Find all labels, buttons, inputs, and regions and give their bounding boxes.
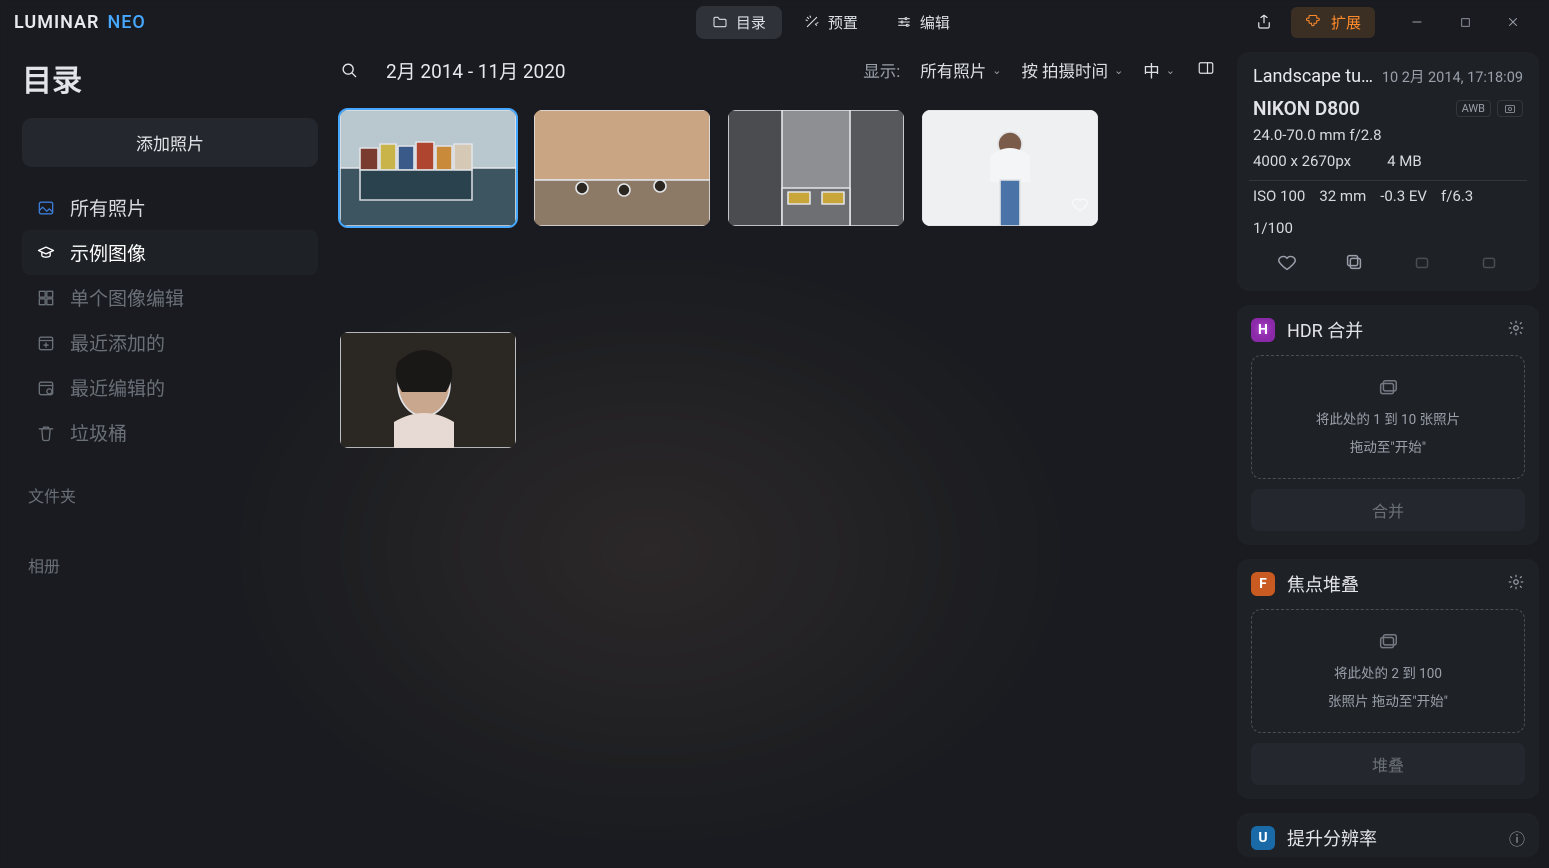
divider xyxy=(1249,180,1527,181)
tab-catalog[interactable]: 目录 xyxy=(696,6,782,39)
gear-icon xyxy=(1507,573,1525,591)
search-icon xyxy=(339,60,359,80)
extensions-button[interactable]: 扩展 xyxy=(1291,7,1375,38)
focus-dropzone[interactable]: 将此处的 2 到 100 张照片 拖动至"开始" xyxy=(1251,609,1525,733)
puzzle-icon xyxy=(1305,13,1323,31)
sidebar-item-all-photos[interactable]: 所有照片 xyxy=(22,185,318,230)
sidebar-item-sample-images[interactable]: 示例图像 xyxy=(22,230,318,275)
heart-icon[interactable] xyxy=(1070,194,1090,218)
lens-info: 24.0-70.0 mm f/2.8 xyxy=(1253,126,1523,144)
sidebar-item-single-edits[interactable]: 单个图像编辑 xyxy=(22,275,318,320)
thumbnail[interactable] xyxy=(728,110,904,226)
upscale-icon: U xyxy=(1251,826,1275,850)
hdr-icon: H xyxy=(1251,318,1275,342)
tab-edit[interactable]: 编辑 xyxy=(880,6,966,39)
folder-icon xyxy=(712,14,728,30)
share-icon xyxy=(1255,13,1273,31)
app-logo: LUMINAR NEO xyxy=(14,12,146,33)
thumbnail[interactable] xyxy=(340,332,516,448)
mode-tabs: 目录 预置 编辑 xyxy=(696,6,966,39)
thumb-size-dropdown[interactable]: 中⌄ xyxy=(1143,58,1175,82)
sidebar-title: 目录 xyxy=(22,56,318,100)
heart-icon xyxy=(1276,251,1298,273)
images-icon xyxy=(1376,378,1400,400)
metering-icon xyxy=(1497,100,1523,117)
dimensions: 4000 x 2670px xyxy=(1253,152,1351,170)
thumbnail-grid xyxy=(330,96,1231,462)
calendar-plus-icon xyxy=(36,333,56,353)
focus-icon: F xyxy=(1251,572,1275,596)
add-photos-button[interactable]: 添加照片 xyxy=(22,118,318,167)
panel-icon xyxy=(1195,59,1217,77)
focus-stack-button[interactable]: 堆叠 xyxy=(1251,743,1525,785)
focus-stack-panel: F 焦点堆叠 将此处的 2 到 100 张照片 拖动至"开始" 堆叠 xyxy=(1237,559,1539,799)
thumb-image xyxy=(340,332,516,448)
rotate-left-icon xyxy=(1411,251,1433,273)
focus-settings-button[interactable] xyxy=(1507,573,1525,595)
thumb-image xyxy=(728,110,904,226)
sidebar-section-albums[interactable]: 相册 xyxy=(28,553,318,577)
graduation-icon xyxy=(36,243,56,263)
thumb-image xyxy=(534,110,710,226)
camera-model: NIKON D800 xyxy=(1253,97,1360,120)
exif-ev: -0.3 EV xyxy=(1380,187,1427,205)
thumbnail[interactable] xyxy=(534,110,710,226)
window-close[interactable] xyxy=(1491,7,1535,37)
exif-iso: ISO 100 xyxy=(1253,187,1305,205)
search-button[interactable] xyxy=(334,55,364,85)
favorite-button[interactable] xyxy=(1276,251,1298,277)
magic-icon xyxy=(804,14,820,30)
thumbnail[interactable] xyxy=(922,110,1098,226)
thumbnail[interactable] xyxy=(340,110,516,226)
exif-focal: 32 mm xyxy=(1319,187,1366,205)
info-icon[interactable]: ⓘ xyxy=(1509,826,1525,850)
hdr-title: HDR 合并 xyxy=(1287,317,1495,343)
sliders-icon xyxy=(896,14,912,30)
hdr-dropzone[interactable]: 将此处的 1 到 10 张照片 拖动至"开始" xyxy=(1251,355,1525,479)
show-label: 显示: xyxy=(863,58,900,82)
white-balance-badge: AWB xyxy=(1456,100,1491,117)
trash-icon xyxy=(36,423,56,443)
share-button[interactable] xyxy=(1247,7,1281,37)
upscale-title: 提升分辨率 xyxy=(1287,825,1497,851)
panel-toggle-button[interactable] xyxy=(1195,59,1217,82)
copy-button[interactable] xyxy=(1343,251,1365,277)
photos-icon xyxy=(36,198,56,218)
sidebar-item-recently-edited[interactable]: 最近编辑的 xyxy=(22,365,318,410)
file-name: Landscape tutorial xyxy=(1253,66,1374,87)
sidebar-item-trash[interactable]: 垃圾桶 xyxy=(22,410,318,455)
copy-icon xyxy=(1343,251,1365,273)
calendar-edit-icon xyxy=(36,378,56,398)
thumb-image xyxy=(340,110,516,226)
window-minimize[interactable] xyxy=(1395,7,1439,37)
rotate-right-button[interactable] xyxy=(1478,251,1500,277)
inspector-panel: Landscape tutorial 10 2月 2014, 17:18:09 … xyxy=(1231,44,1549,868)
hdr-merge-button[interactable]: 合并 xyxy=(1251,489,1525,531)
exif-aperture: f/6.3 xyxy=(1441,187,1473,205)
date-range: 2月 2014 - 11月 2020 xyxy=(386,57,566,84)
file-size: 4 MB xyxy=(1387,152,1422,170)
sort-dropdown[interactable]: 按 拍摄时间⌄ xyxy=(1021,58,1123,82)
info-card: Landscape tutorial 10 2月 2014, 17:18:09 … xyxy=(1237,52,1539,291)
show-filter-dropdown[interactable]: 所有照片⌄ xyxy=(920,58,1001,82)
hdr-merge-panel: H HDR 合并 将此处的 1 到 10 张照片 拖动至"开始" 合并 xyxy=(1237,305,1539,545)
sidebar-item-recently-added[interactable]: 最近添加的 xyxy=(22,320,318,365)
capture-time: 10 2月 2014, 17:18:09 xyxy=(1382,66,1523,87)
focus-title: 焦点堆叠 xyxy=(1287,571,1495,597)
window-maximize[interactable] xyxy=(1443,7,1487,37)
titlebar: LUMINAR NEO 目录 预置 编辑 扩展 xyxy=(0,0,1549,44)
tab-preset[interactable]: 预置 xyxy=(788,6,874,39)
content-toolbar: 2月 2014 - 11月 2020 显示: 所有照片⌄ 按 拍摄时间⌄ 中⌄ xyxy=(330,44,1231,96)
rotate-right-icon xyxy=(1478,251,1500,273)
sidebar-section-folders[interactable]: 文件夹 xyxy=(28,483,318,507)
gear-icon xyxy=(1507,319,1525,337)
content-area: 2月 2014 - 11月 2020 显示: 所有照片⌄ 按 拍摄时间⌄ 中⌄ xyxy=(330,44,1231,868)
images-icon xyxy=(1376,632,1400,654)
grid-icon xyxy=(36,288,56,308)
sidebar: 目录 添加照片 所有照片 示例图像 单个图像编辑 最近添加的 最近编辑的 垃圾桶… xyxy=(0,44,330,868)
rotate-left-button[interactable] xyxy=(1411,251,1433,277)
hdr-settings-button[interactable] xyxy=(1507,319,1525,341)
upscale-panel: U 提升分辨率 ⓘ xyxy=(1237,813,1539,857)
exif-shutter: 1/100 xyxy=(1253,219,1293,237)
